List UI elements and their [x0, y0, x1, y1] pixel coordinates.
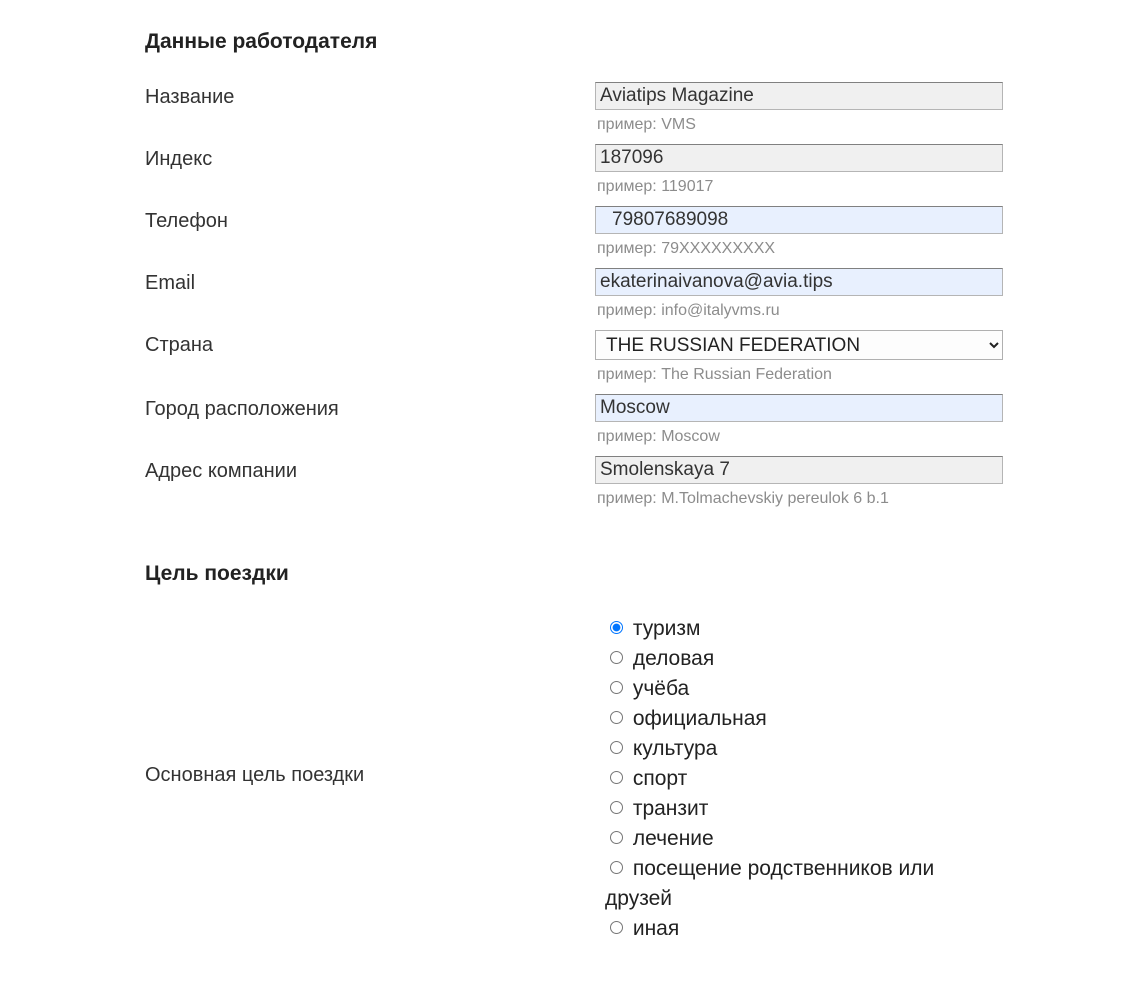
label-trip-purpose: Основная цель поездки	[145, 614, 595, 787]
label-employer-city: Город расположения	[145, 394, 595, 421]
radio-label-text: официальная	[627, 707, 767, 730]
radio-input-trip-purpose[interactable]	[610, 771, 623, 784]
employer-section-title: Данные работодателя	[145, 30, 1003, 54]
row-employer-city: Город расположения пример: Moscow	[145, 394, 1003, 456]
radio-item-trip-purpose[interactable]: культура	[605, 734, 1003, 764]
input-employer-address[interactable]	[595, 456, 1003, 484]
label-employer-index: Индекс	[145, 144, 595, 171]
radio-label-text: спорт	[627, 767, 687, 790]
hint-employer-email: пример: info@italyvms.ru	[597, 302, 1003, 320]
radio-item-trip-purpose[interactable]: туризм	[605, 614, 1003, 644]
label-employer-address: Адрес компании	[145, 456, 595, 483]
radio-label-text: деловая	[627, 647, 714, 670]
input-employer-phone[interactable]	[595, 206, 1003, 234]
radio-item-trip-purpose[interactable]: учёба	[605, 674, 1003, 704]
radio-input-trip-purpose[interactable]	[610, 801, 623, 814]
radio-input-trip-purpose[interactable]	[610, 741, 623, 754]
radio-label-text: иная	[627, 917, 679, 940]
input-employer-city[interactable]	[595, 394, 1003, 422]
radio-input-trip-purpose[interactable]	[610, 621, 623, 634]
radio-input-trip-purpose[interactable]	[610, 651, 623, 664]
radio-item-trip-purpose[interactable]: официальная	[605, 704, 1003, 734]
radio-item-trip-purpose[interactable]: посещение родственников или друзей	[605, 854, 1003, 914]
radio-label-text: учёба	[627, 677, 689, 700]
radio-input-trip-purpose[interactable]	[610, 921, 623, 934]
form-container: Данные работодателя Название пример: VMS…	[0, 0, 1148, 984]
radio-label-text: туризм	[627, 617, 700, 640]
radio-item-trip-purpose[interactable]: транзит	[605, 794, 1003, 824]
input-employer-name[interactable]	[595, 82, 1003, 110]
radio-input-trip-purpose[interactable]	[610, 861, 623, 874]
radio-item-trip-purpose[interactable]: лечение	[605, 824, 1003, 854]
label-employer-country: Страна	[145, 330, 595, 357]
row-employer-country: Страна THE RUSSIAN FEDERATION пример: Th…	[145, 330, 1003, 394]
radio-label-text: культура	[627, 737, 717, 760]
hint-employer-address: пример: M.Tolmachevskiy pereulok 6 b.1	[597, 490, 1003, 508]
input-employer-index[interactable]	[595, 144, 1003, 172]
hint-employer-phone: пример: 79XXXXXXXXX	[597, 240, 1003, 258]
radio-input-trip-purpose[interactable]	[610, 831, 623, 844]
trip-section-title: Цель поездки	[145, 562, 1003, 586]
input-employer-email[interactable]	[595, 268, 1003, 296]
radio-label-text: лечение	[627, 827, 714, 850]
label-employer-name: Название	[145, 82, 595, 109]
label-employer-phone: Телефон	[145, 206, 595, 233]
radio-input-trip-purpose[interactable]	[610, 681, 623, 694]
row-employer-phone: Телефон пример: 79XXXXXXXXX	[145, 206, 1003, 268]
radio-item-trip-purpose[interactable]: деловая	[605, 644, 1003, 674]
row-trip-purpose: Основная цель поездки туризм деловая учё…	[145, 614, 1003, 944]
hint-employer-city: пример: Moscow	[597, 428, 1003, 446]
row-employer-index: Индекс пример: 119017	[145, 144, 1003, 206]
select-employer-country[interactable]: THE RUSSIAN FEDERATION	[595, 330, 1003, 360]
radio-group-trip-purpose: туризм деловая учёба официальная культур…	[595, 614, 1003, 944]
row-employer-name: Название пример: VMS	[145, 82, 1003, 144]
radio-label-text: посещение родственников или друзей	[605, 857, 934, 910]
radio-item-trip-purpose[interactable]: спорт	[605, 764, 1003, 794]
radio-item-trip-purpose[interactable]: иная	[605, 914, 1003, 944]
hint-employer-country: пример: The Russian Federation	[597, 366, 1003, 384]
radio-input-trip-purpose[interactable]	[610, 711, 623, 724]
row-employer-address: Адрес компании пример: M.Tolmachevskiy p…	[145, 456, 1003, 518]
radio-label-text: транзит	[627, 797, 708, 820]
row-employer-email: Email пример: info@italyvms.ru	[145, 268, 1003, 330]
label-employer-email: Email	[145, 268, 595, 295]
hint-employer-index: пример: 119017	[597, 178, 1003, 196]
hint-employer-name: пример: VMS	[597, 116, 1003, 134]
